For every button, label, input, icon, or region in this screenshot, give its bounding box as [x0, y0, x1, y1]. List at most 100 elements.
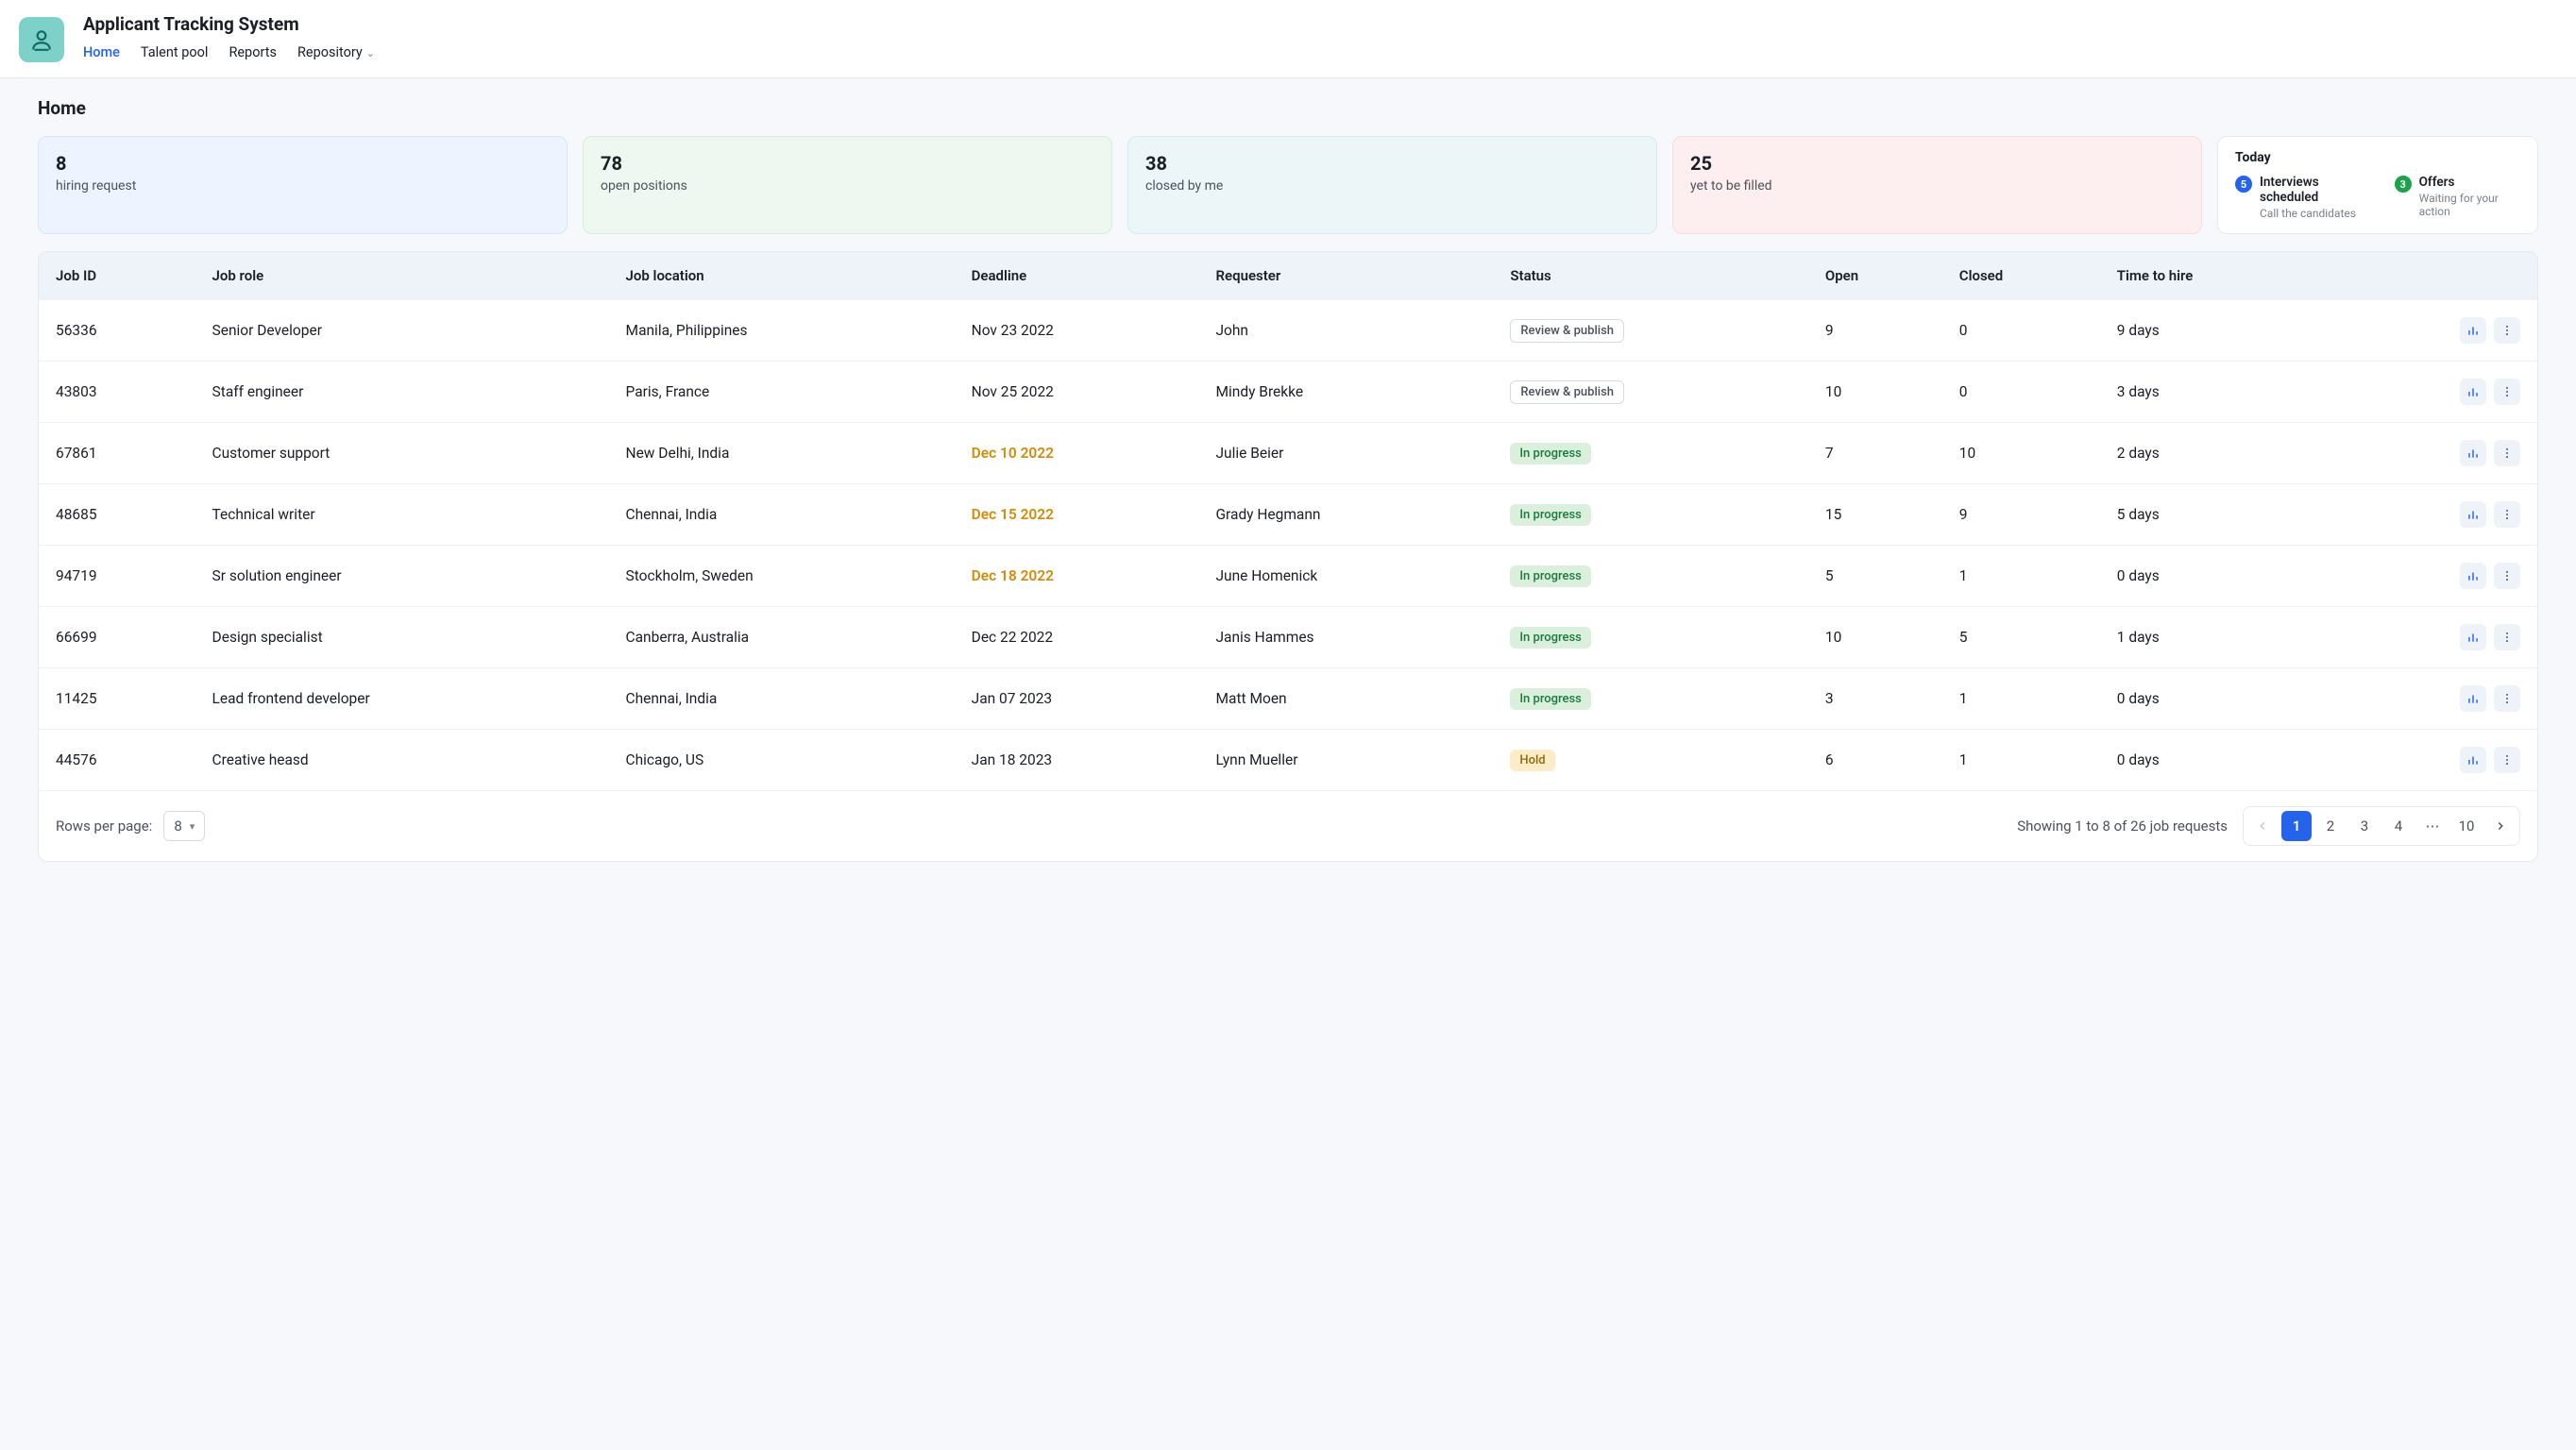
cell-time-to-hire: 5 days — [2104, 484, 2334, 546]
table-row[interactable]: 94719Sr solution engineerStockholm, Swed… — [39, 546, 2537, 607]
cell-job-id: 67861 — [39, 423, 199, 484]
cell-status: In progress — [1497, 484, 1812, 546]
cell-job-role: Senior Developer — [199, 300, 613, 362]
cell-open: 3 — [1812, 668, 1946, 730]
chart-icon[interactable] — [2460, 747, 2486, 773]
more-icon[interactable] — [2494, 747, 2520, 773]
page-next-button[interactable] — [2485, 811, 2516, 841]
cell-requester: Grady Hegmann — [1203, 484, 1498, 546]
chart-icon[interactable] — [2460, 685, 2486, 712]
cell-job-location: Chicago, US — [613, 730, 958, 791]
cell-job-id: 43803 — [39, 362, 199, 423]
stats-row: 8hiring request78open positions 38 closed … — [38, 136, 2538, 234]
chart-icon[interactable] — [2460, 501, 2486, 528]
stat-card-hiring-request[interactable]: 8hiring request — [38, 136, 568, 234]
page-button[interactable]: 3 — [2349, 811, 2380, 841]
today-item-interviews-scheduled[interactable]: 5Interviews scheduledCall the candidates — [2235, 175, 2368, 220]
cell-job-id: 48685 — [39, 484, 199, 546]
nav-item-talent-pool[interactable]: Talent pool — [141, 44, 209, 70]
nav-item-repository[interactable]: Repository⌄ — [297, 44, 375, 70]
column-header[interactable]: Job ID — [39, 252, 199, 300]
chart-icon[interactable] — [2460, 317, 2486, 344]
jobs-table: Job IDJob roleJob locationDeadlineReques… — [38, 251, 2538, 862]
cell-deadline: Dec 10 2022 — [958, 423, 1203, 484]
page-button[interactable]: 1 — [2281, 811, 2312, 841]
more-icon[interactable] — [2494, 440, 2520, 466]
cell-closed: 0 — [1946, 362, 2104, 423]
rows-per-page-label: Rows per page: — [56, 818, 152, 835]
chart-icon[interactable] — [2460, 563, 2486, 589]
table-row[interactable]: 43803Staff engineerParis, FranceNov 25 2… — [39, 362, 2537, 423]
cell-closed: 0 — [1946, 300, 2104, 362]
chart-icon[interactable] — [2460, 440, 2486, 466]
table-row[interactable]: 11425Lead frontend developerChennai, Ind… — [39, 668, 2537, 730]
cell-deadline: Nov 23 2022 — [958, 300, 1203, 362]
cell-job-location: Manila, Philippines — [613, 300, 958, 362]
column-header[interactable]: Job location — [613, 252, 958, 300]
column-header[interactable]: Deadline — [958, 252, 1203, 300]
more-icon[interactable] — [2494, 685, 2520, 712]
cell-job-role: Staff engineer — [199, 362, 613, 423]
table-row[interactable]: 44576Creative heasdChicago, USJan 18 202… — [39, 730, 2537, 791]
more-icon[interactable] — [2494, 501, 2520, 528]
cell-closed: 9 — [1946, 484, 2104, 546]
cell-time-to-hire: 0 days — [2104, 668, 2334, 730]
cell-job-id: 94719 — [39, 546, 199, 607]
more-icon[interactable] — [2494, 563, 2520, 589]
cell-closed: 1 — [1946, 730, 2104, 791]
cell-job-location: Canberra, Australia — [613, 607, 958, 668]
page-button[interactable]: 10 — [2451, 811, 2482, 841]
page-prev-button[interactable] — [2247, 811, 2278, 841]
more-icon[interactable] — [2494, 624, 2520, 650]
cell-job-role: Customer support — [199, 423, 613, 484]
more-icon[interactable] — [2494, 379, 2520, 405]
column-header[interactable]: Time to hire — [2104, 252, 2334, 300]
table-footer: Rows per page: 8 ▾ Showing 1 to 8 of 26 … — [39, 790, 2537, 861]
chevron-down-icon: ⌄ — [366, 47, 375, 59]
cell-requester: Matt Moen — [1203, 668, 1498, 730]
column-header[interactable]: Job role — [199, 252, 613, 300]
stat-label: open positions — [601, 178, 1094, 194]
column-header[interactable]: Closed — [1946, 252, 2104, 300]
cell-deadline: Dec 15 2022 — [958, 484, 1203, 546]
cell-job-location: Chennai, India — [613, 484, 958, 546]
page-button[interactable]: 2 — [2315, 811, 2346, 841]
more-icon[interactable] — [2494, 317, 2520, 344]
column-header[interactable]: Open — [1812, 252, 1946, 300]
today-item-offers[interactable]: 3OffersWaiting for your action — [2395, 175, 2520, 220]
table-row[interactable]: 48685Technical writerChennai, IndiaDec 1… — [39, 484, 2537, 546]
chart-icon[interactable] — [2460, 624, 2486, 650]
table-row[interactable]: 67861Customer supportNew Delhi, IndiaDec… — [39, 423, 2537, 484]
cell-status: In progress — [1497, 607, 1812, 668]
cell-requester: Julie Beier — [1203, 423, 1498, 484]
cell-job-location: Paris, France — [613, 362, 958, 423]
table-row[interactable]: 56336Senior DeveloperManila, Philippines… — [39, 300, 2537, 362]
stat-card-yet-to-be-filled[interactable]: 25yet to be filled — [1672, 136, 2202, 234]
stat-label: closed by me — [1145, 178, 1639, 194]
count-badge: 3 — [2395, 176, 2412, 193]
nav-item-reports[interactable]: Reports — [229, 44, 277, 70]
cell-open: 7 — [1812, 423, 1946, 484]
stat-card-open-positions[interactable]: 78open positions — [583, 136, 1112, 234]
rows-per-page-select[interactable]: 8 ▾ — [163, 811, 205, 841]
cell-open: 15 — [1812, 484, 1946, 546]
nav-item-home[interactable]: Home — [83, 44, 120, 70]
today-title: Today — [2235, 150, 2520, 165]
cell-open: 5 — [1812, 546, 1946, 607]
column-header[interactable]: Requester — [1203, 252, 1498, 300]
cell-requester: June Homenick — [1203, 546, 1498, 607]
page-button[interactable]: 4 — [2383, 811, 2414, 841]
stat-value: 38 — [1145, 152, 1639, 175]
stat-card-closed-by-me[interactable]: 38 closed by me — [1127, 136, 1657, 234]
chart-icon[interactable] — [2460, 379, 2486, 405]
cell-time-to-hire: 0 days — [2104, 546, 2334, 607]
today-item-title: Interviews scheduled — [2260, 175, 2368, 205]
cell-job-role: Technical writer — [199, 484, 613, 546]
cell-status: In progress — [1497, 546, 1812, 607]
column-header[interactable]: Status — [1497, 252, 1812, 300]
cell-closed: 5 — [1946, 607, 2104, 668]
stat-label: hiring request — [56, 178, 550, 194]
cell-time-to-hire: 0 days — [2104, 730, 2334, 791]
table-row[interactable]: 66699Design specialistCanberra, Australi… — [39, 607, 2537, 668]
count-badge: 5 — [2235, 176, 2252, 193]
